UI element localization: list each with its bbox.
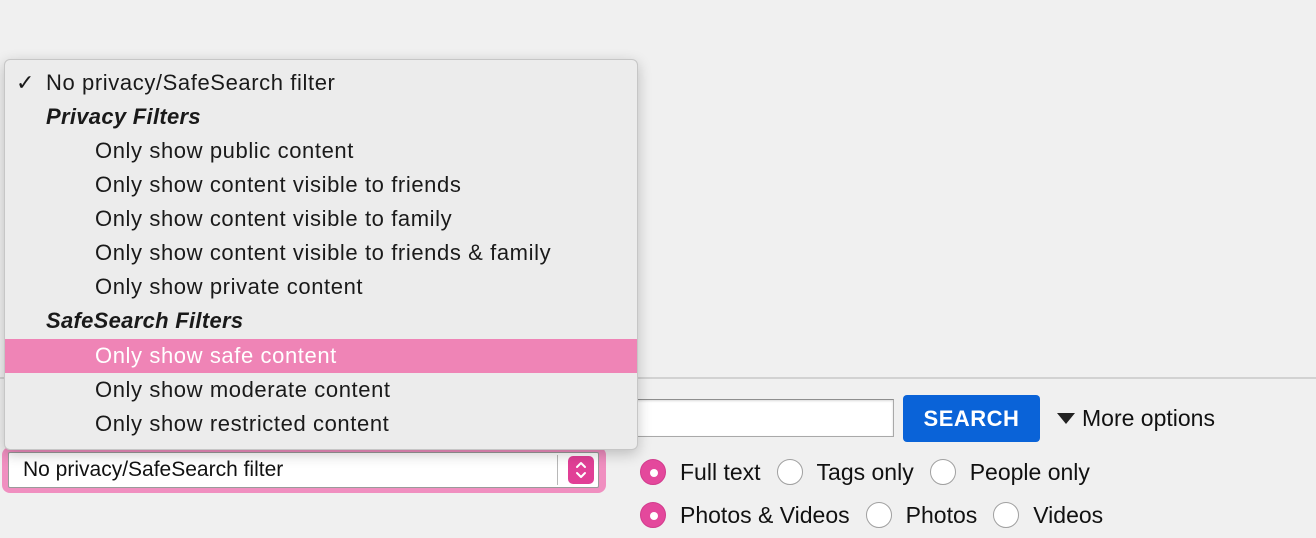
radio-label-photos-videos: Photos & Videos	[680, 501, 850, 528]
radio-label-people-only: People only	[969, 458, 1090, 485]
filter-select-focus-ring: No privacy/SafeSearch filter	[2, 447, 606, 493]
radio-full-text[interactable]	[640, 459, 666, 485]
menu-item-private[interactable]: Only show private content	[5, 270, 637, 304]
menu-group-privacy-filters: Privacy Filters	[46, 104, 201, 129]
menu-item-safe[interactable]: Only show safe content	[5, 339, 637, 373]
triangle-down-icon	[1057, 413, 1075, 424]
filter-select-value: No privacy/SafeSearch filter	[23, 458, 284, 481]
menu-item-family[interactable]: Only show content visible to family	[5, 202, 637, 236]
radio-people-only[interactable]	[929, 459, 956, 485]
checkmark-icon: ✓	[16, 70, 36, 95]
filter-dropdown-menu: ✓ No privacy/SafeSearch filter Privacy F…	[4, 59, 638, 450]
radio-label-photos: Photos	[905, 501, 978, 528]
radio-photos-videos[interactable]	[640, 502, 666, 528]
menu-item-friends-family[interactable]: Only show content visible to friends & f…	[5, 236, 637, 270]
radio-videos[interactable]	[993, 502, 1020, 528]
search-scope-group: Full text Tags only People only	[640, 456, 1106, 488]
menu-item-moderate[interactable]: Only show moderate content	[5, 373, 637, 407]
menu-item-no-filter[interactable]: ✓ No privacy/SafeSearch filter	[5, 66, 637, 100]
filter-select[interactable]: No privacy/SafeSearch filter	[8, 452, 599, 488]
more-options-toggle[interactable]: More options	[1057, 404, 1215, 432]
search-button[interactable]: SEARCH	[903, 395, 1040, 442]
search-input[interactable]	[600, 399, 894, 437]
radio-label-tags-only: Tags only	[816, 458, 914, 485]
radio-label-full-text: Full text	[680, 458, 761, 485]
menu-item-friends[interactable]: Only show content visible to friends	[5, 168, 637, 202]
select-arrows-icon[interactable]	[568, 456, 594, 484]
more-options-label: More options	[1082, 404, 1215, 431]
menu-item-public[interactable]: Only show public content	[5, 134, 637, 168]
select-separator	[557, 455, 558, 485]
menu-group-safesearch-filters: SafeSearch Filters	[46, 308, 244, 333]
radio-photos[interactable]	[865, 502, 892, 528]
media-type-group: Photos & Videos Photos Videos	[640, 499, 1119, 531]
radio-label-videos: Videos	[1033, 501, 1104, 528]
radio-tags-only[interactable]	[776, 459, 803, 485]
menu-item-restricted[interactable]: Only show restricted content	[5, 407, 637, 441]
